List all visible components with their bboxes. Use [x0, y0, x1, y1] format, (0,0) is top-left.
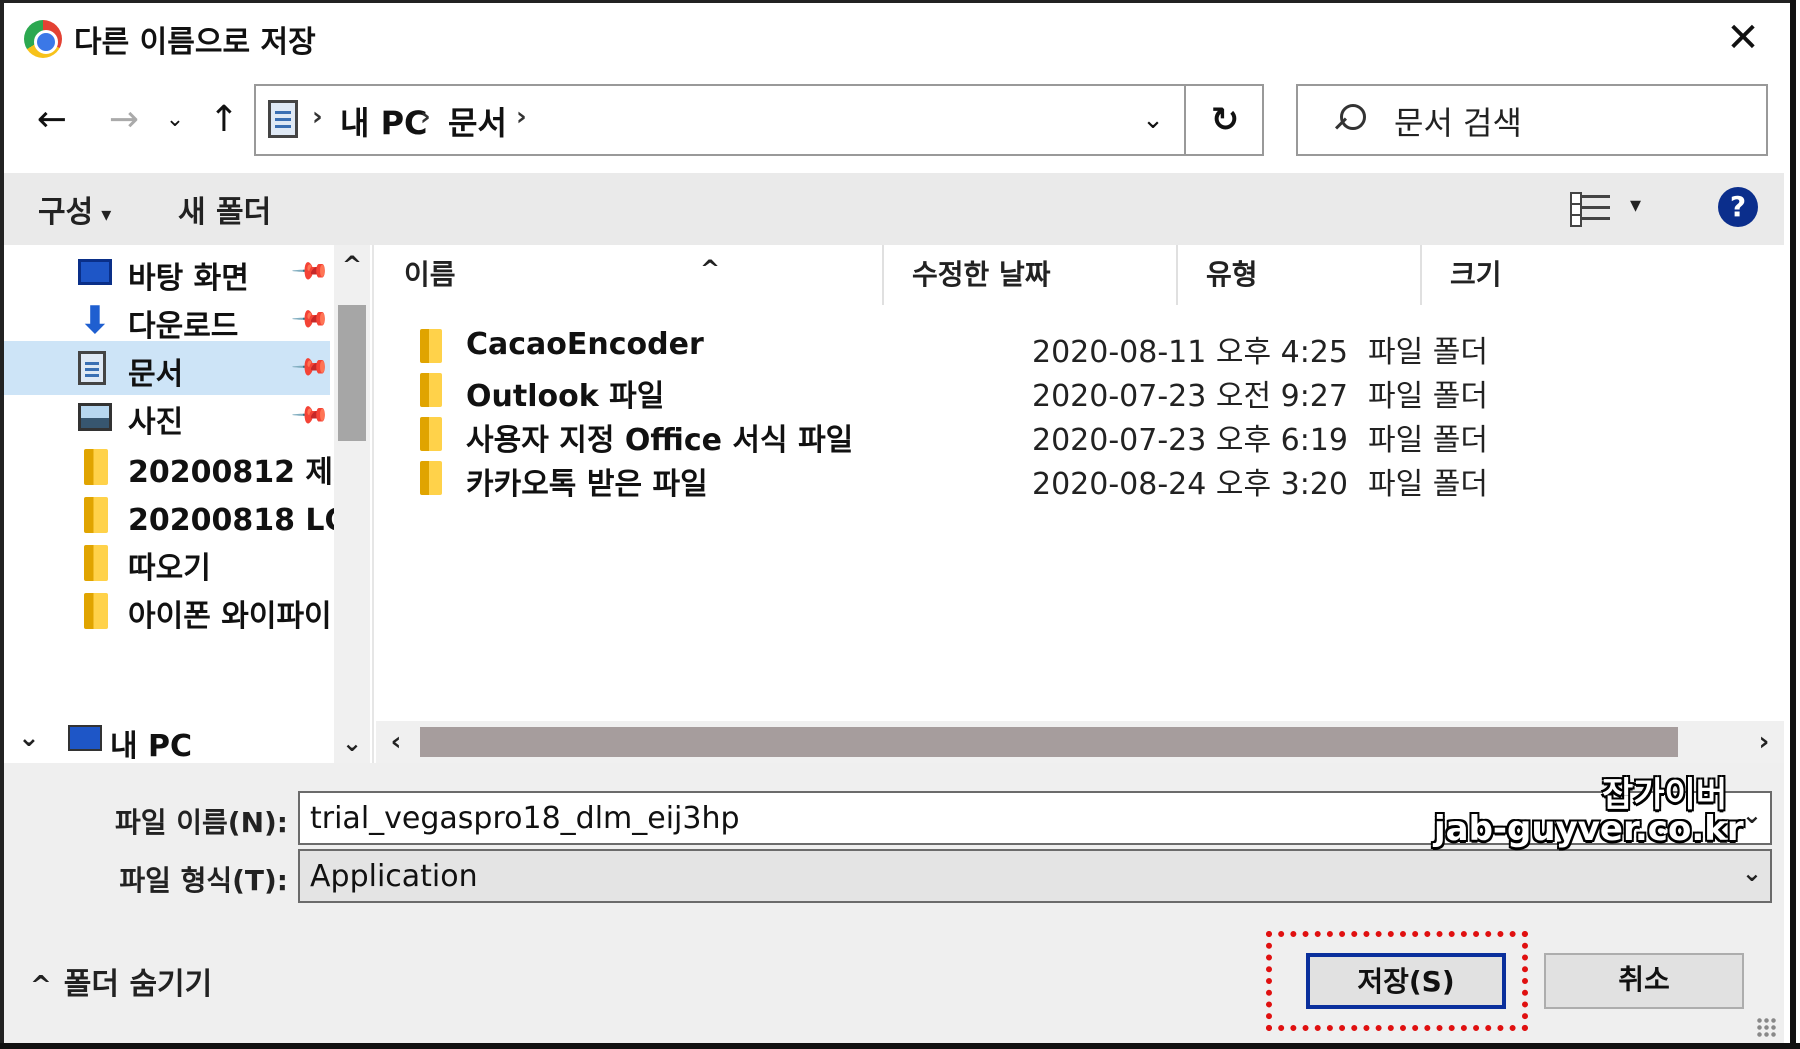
- new-folder-button[interactable]: 새 폴더: [178, 187, 271, 231]
- breadcrumb-my-pc[interactable]: 내 PC: [340, 98, 428, 144]
- file-row[interactable]: 사용자 지정 Office 서식 파일 2020-07-23 오후 6:19 파…: [376, 409, 1784, 458]
- nav-item-pictures[interactable]: 사진 📌: [4, 389, 331, 443]
- filetype-value: Application: [310, 859, 478, 894]
- close-button[interactable]: ✕: [1714, 11, 1772, 65]
- filename-label: 파일 이름(N):: [114, 806, 288, 839]
- window-border-right: [1790, 0, 1800, 1049]
- file-date: 2020-08-24 오후 3:20: [1032, 467, 1348, 502]
- pictures-icon: [78, 403, 112, 431]
- expand-chevron-icon[interactable]: ⌄: [18, 723, 40, 753]
- forward-button[interactable]: →: [100, 95, 148, 145]
- file-name: 카카오톡 받은 파일: [466, 467, 708, 502]
- column-header-type[interactable]: 유형: [1178, 245, 1422, 305]
- folder-icon: [84, 593, 108, 629]
- recent-locations-chevron-icon[interactable]: ⌄: [160, 95, 190, 145]
- help-icon[interactable]: ?: [1718, 187, 1758, 227]
- view-options-icon[interactable]: [1570, 189, 1610, 227]
- address-bar[interactable]: › 내 PC › 문서 › ⌄ ↻: [254, 84, 1264, 156]
- filetype-label: 파일 형식(T):: [119, 864, 288, 897]
- folder-icon: [84, 497, 108, 533]
- scrollbar-thumb[interactable]: [338, 305, 366, 441]
- file-type: 파일 폴더: [1368, 467, 1488, 502]
- computer-icon: [68, 725, 102, 751]
- nav-item-label: 20200818 LG화: [128, 503, 334, 538]
- nav-item-desktop[interactable]: 바탕 화면 📌: [4, 245, 331, 299]
- organize-button[interactable]: 구성 ▾: [38, 187, 111, 231]
- folder-icon: [420, 417, 442, 451]
- cancel-button[interactable]: 취소: [1544, 953, 1744, 1009]
- scroll-right-icon[interactable]: ›: [1744, 721, 1784, 763]
- hide-folders-toggle[interactable]: ^ 폴더 숨기기: [30, 959, 212, 1003]
- watermark-url: jab-guyver.co.kr: [1434, 809, 1744, 849]
- column-header-name[interactable]: 이름 ^: [376, 245, 884, 305]
- nav-item-label: 아이폰 와이파이: [128, 599, 332, 634]
- nav-item-folder[interactable]: 20200818 LG화: [4, 487, 334, 541]
- refresh-button[interactable]: ↻: [1184, 86, 1264, 154]
- window-border-bottom: [0, 1043, 1800, 1049]
- nav-item-documents[interactable]: 문서 📌: [4, 341, 331, 395]
- breadcrumb-separator-icon[interactable]: ›: [420, 102, 431, 132]
- save-button[interactable]: 저장(S): [1306, 953, 1506, 1009]
- folder-icon: [420, 329, 442, 363]
- save-form: 파일 이름(N): trial_vegaspro18_dlm_eij3hp ⌄ …: [4, 763, 1784, 1043]
- search-input[interactable]: 문서 검색: [1296, 84, 1768, 156]
- nav-item-label: 따오기: [128, 551, 211, 586]
- filetype-chevron-down-icon[interactable]: ⌄: [1742, 859, 1762, 887]
- breadcrumb-documents[interactable]: 문서: [448, 98, 507, 144]
- sort-ascending-icon: ^: [700, 255, 721, 283]
- file-row[interactable]: 카카오톡 받은 파일 2020-08-24 오후 3:20 파일 폴더: [376, 453, 1784, 502]
- scrollbar-thumb[interactable]: [420, 727, 1678, 757]
- up-button[interactable]: ↑: [200, 95, 248, 145]
- nav-item-downloads[interactable]: ⬇ 다운로드 📌: [4, 293, 331, 347]
- nav-item-folder[interactable]: 20200812 제조: [4, 439, 334, 493]
- desktop-icon: [78, 259, 112, 285]
- column-header-size[interactable]: 크기: [1422, 245, 1602, 305]
- navigation-pane: 바탕 화면 📌 ⬇ 다운로드 📌 문서 📌 사진 📌 20200812 제조 2…: [4, 245, 374, 765]
- nav-item-label: 20200812 제조: [128, 455, 334, 490]
- breadcrumb-separator-icon: ›: [312, 102, 323, 132]
- file-row[interactable]: Outlook 파일 2020-07-23 오전 9:27 파일 폴더: [376, 365, 1784, 414]
- save-as-dialog: 다른 이름으로 저장 ✕ ← → ⌄ ↑ › 내 PC › 문서 › ⌄ ↻ 문…: [0, 0, 1800, 1049]
- search-icon: [1328, 100, 1368, 140]
- folder-icon: [84, 449, 108, 485]
- organize-label: 구성: [38, 195, 94, 230]
- column-label: 이름: [404, 258, 456, 291]
- hide-folders-label: 폴더 숨기기: [63, 967, 213, 1002]
- title-bar: 다른 이름으로 저장 ✕: [4, 3, 1784, 73]
- filename-value: trial_vegaspro18_dlm_eij3hp: [310, 801, 740, 836]
- scroll-left-icon[interactable]: ‹: [376, 721, 416, 763]
- filetype-select[interactable]: Application ⌄: [298, 849, 1772, 903]
- filelist-horizontal-scrollbar[interactable]: ‹ ›: [376, 721, 1784, 763]
- documents-icon: [78, 351, 106, 385]
- chrome-app-icon: [24, 20, 62, 58]
- scroll-up-icon[interactable]: ^: [334, 245, 370, 285]
- scroll-down-icon[interactable]: ⌄: [334, 723, 370, 763]
- folder-icon: [84, 545, 108, 581]
- search-placeholder: 문서 검색: [1394, 104, 1522, 142]
- nav-item-label: 내 PC: [110, 729, 193, 764]
- documents-icon: [268, 100, 298, 138]
- download-icon: ⬇: [79, 298, 111, 342]
- back-button[interactable]: ←: [28, 95, 76, 145]
- file-name: CacaoEncoder: [466, 327, 704, 362]
- resize-grip-icon[interactable]: [1756, 1017, 1776, 1037]
- nav-item-my-pc[interactable]: ⌄ 내 PC: [4, 717, 330, 765]
- folder-icon: [420, 373, 442, 407]
- file-list: 이름 ^ 수정한 날짜 유형 크기 CacaoEncoder 2020-08-1…: [376, 245, 1784, 763]
- nav-item-folder[interactable]: 따오기: [4, 535, 330, 589]
- chevron-up-icon: ^: [30, 971, 52, 1001]
- breadcrumb-separator-icon[interactable]: ›: [516, 102, 527, 132]
- file-row[interactable]: CacaoEncoder 2020-08-11 오후 4:25 파일 폴더: [376, 321, 1784, 370]
- navigation-bar: ← → ⌄ ↑ › 내 PC › 문서 › ⌄ ↻ 문서 검색: [4, 73, 1784, 173]
- command-toolbar: 구성 ▾ 새 폴더 ▾ ?: [4, 173, 1784, 245]
- folder-icon: [420, 461, 442, 495]
- filename-history-chevron-icon[interactable]: ⌄: [1742, 801, 1762, 829]
- navpane-scrollbar[interactable]: ^ ⌄: [334, 245, 370, 763]
- view-caret-down-icon[interactable]: ▾: [1630, 193, 1641, 218]
- caret-down-icon: ▾: [101, 201, 112, 226]
- address-history-chevron-icon[interactable]: ⌄: [1130, 100, 1176, 140]
- window-title: 다른 이름으로 저장: [74, 25, 316, 60]
- nav-item-folder[interactable]: 아이폰 와이파이: [4, 583, 332, 637]
- column-header-date[interactable]: 수정한 날짜: [884, 245, 1178, 305]
